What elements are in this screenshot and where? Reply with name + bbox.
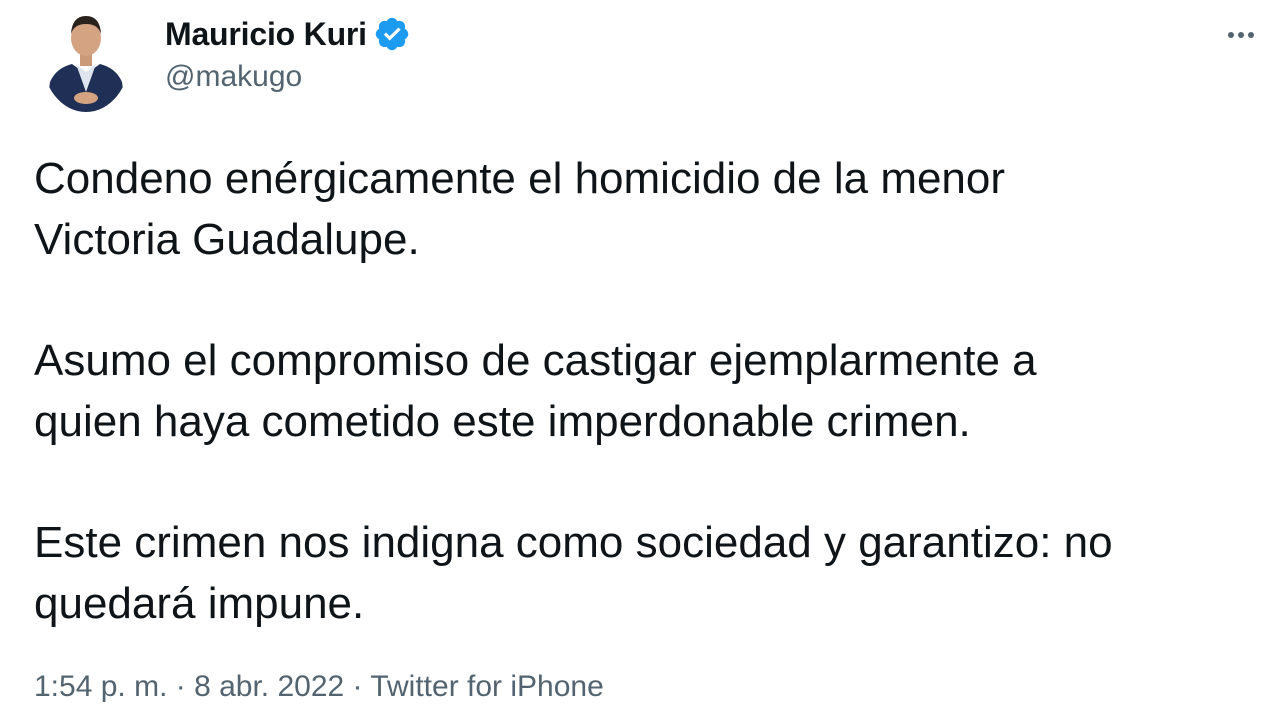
more-options-icon[interactable]	[1222, 20, 1260, 50]
meta-separator: ·	[167, 670, 195, 703]
tweet-meta: 1:54 p. m. · 8 abr. 2022 · Twitter for i…	[34, 670, 604, 704]
tweet-date[interactable]: 8 abr. 2022	[194, 670, 344, 703]
author-row: Mauricio Kuri	[165, 12, 411, 56]
tweet-paragraph: Asumo el compromiso de castigar ejemplar…	[34, 336, 1037, 446]
author-handle[interactable]: @makugo	[165, 60, 302, 94]
avatar[interactable]	[42, 2, 130, 112]
verified-badge-icon	[373, 15, 411, 53]
author-name[interactable]: Mauricio Kuri	[165, 16, 367, 53]
tweet-card: Mauricio Kuri @makugo Condeno enérgicame…	[0, 0, 1280, 720]
tweet-source[interactable]: Twitter for iPhone	[370, 670, 603, 703]
tweet-text: Condeno enérgicamente el homicidio de la…	[34, 148, 1254, 694]
tweet-paragraph: Este crimen nos indigna como sociedad y …	[34, 518, 1113, 628]
meta-separator: ·	[344, 670, 371, 703]
tweet-time[interactable]: 1:54 p. m.	[34, 670, 167, 703]
tweet-paragraph: Condeno enérgicamente el homicidio de la…	[34, 154, 1006, 264]
